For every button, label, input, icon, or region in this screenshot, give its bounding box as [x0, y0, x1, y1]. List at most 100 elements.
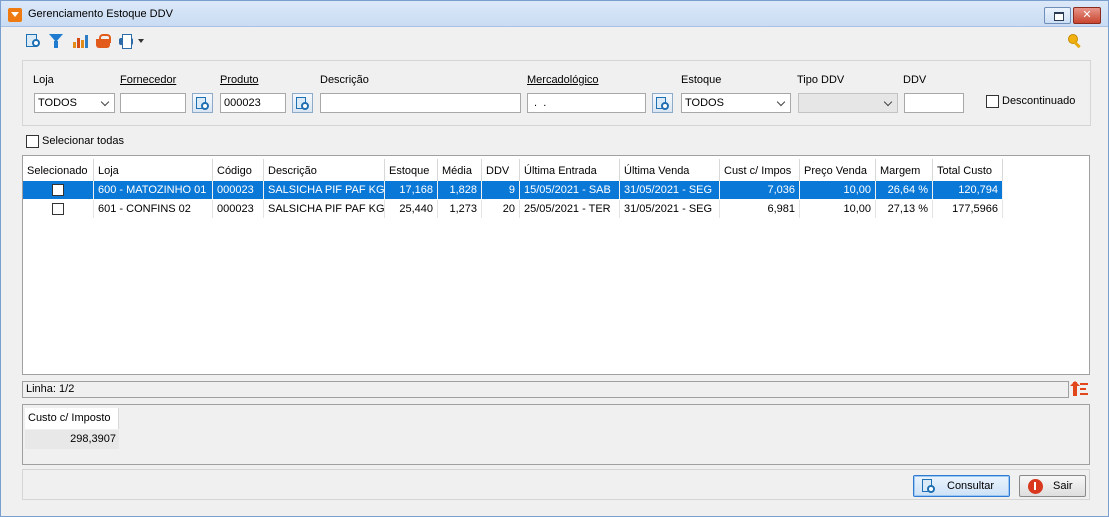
cell-media: 1,273: [438, 200, 482, 218]
search-icon: [922, 479, 937, 494]
filter-panel: Loja TODOS Fornecedor Produto 000023 Des…: [22, 60, 1091, 126]
col-header-margem[interactable]: Margem: [876, 159, 933, 183]
cell-loja: 601 - CONFINS 02: [94, 200, 213, 218]
restore-button[interactable]: [1044, 7, 1071, 24]
cell-estoque: 17,168: [385, 181, 438, 199]
cell-codigo: 000023: [213, 200, 264, 218]
close-button[interactable]: ✕: [1073, 7, 1101, 24]
table-row[interactable]: 601 - CONFINS 02 000023 SALSICHA PIF PAF…: [23, 200, 1003, 218]
cell-loja: 600 - MATOZINHO 01: [94, 181, 213, 199]
filter-icon[interactable]: [49, 33, 65, 49]
cell-total-custo: 120,794: [933, 181, 1003, 199]
cell-ultima-entrada: 15/05/2021 - SAB: [520, 181, 620, 199]
col-header-cust-impos[interactable]: Cust c/ Impos: [720, 159, 800, 183]
main-window: Gerenciamento Estoque DDV ✕ Loja TODOS F…: [0, 0, 1109, 517]
toolbar: [23, 33, 1103, 51]
cell-margem: 27,13 %: [876, 200, 933, 218]
app-icon: [8, 8, 22, 22]
estoque-select[interactable]: TODOS: [681, 93, 791, 113]
cell-estoque: 25,440: [385, 200, 438, 218]
sair-label: Sair: [1053, 480, 1073, 492]
col-header-ddv[interactable]: DDV: [482, 159, 520, 183]
sort-icon[interactable]: [1070, 381, 1088, 398]
loja-value: TODOS: [38, 97, 77, 109]
col-header-total-custo[interactable]: Total Custo: [933, 159, 1003, 183]
cell-ultima-venda: 31/05/2021 - SEG: [620, 181, 720, 199]
cell-media: 1,828: [438, 181, 482, 199]
summary-label: Custo c/ Imposto: [25, 408, 119, 429]
exit-icon: [1028, 479, 1043, 494]
produto-input[interactable]: 000023: [220, 93, 286, 113]
table-row[interactable]: 600 - MATOZINHO 01 000023 SALSICHA PIF P…: [23, 181, 1003, 199]
ddv-input[interactable]: [904, 93, 964, 113]
tipo-ddv-label: Tipo DDV: [797, 74, 845, 86]
row-checkbox[interactable]: [52, 184, 64, 196]
loja-label: Loja: [33, 74, 54, 86]
row-select-cell[interactable]: [23, 200, 94, 218]
descricao-input[interactable]: [320, 93, 521, 113]
cell-descricao: SALSICHA PIF PAF KG: [264, 181, 385, 199]
title-bar[interactable]: Gerenciamento Estoque DDV ✕: [1, 1, 1108, 27]
descricao-label: Descrição: [320, 74, 369, 86]
col-header-estoque[interactable]: Estoque: [385, 159, 438, 183]
consultar-button[interactable]: Consultar: [913, 475, 1010, 497]
loja-select[interactable]: TODOS: [34, 93, 115, 113]
col-header-ultima-entrada[interactable]: Última Entrada: [520, 159, 620, 183]
fornecedor-label: Fornecedor: [120, 74, 177, 86]
estoque-value: TODOS: [685, 97, 724, 109]
ddv-label: DDV: [903, 74, 927, 86]
col-header-loja[interactable]: Loja: [94, 159, 213, 183]
summary-value: 298,3907: [25, 430, 119, 449]
row-select-cell[interactable]: [23, 181, 94, 199]
chevron-down-icon: [883, 97, 893, 107]
col-header-selecionado[interactable]: Selecionado: [23, 159, 94, 183]
grid-header: Selecionado Loja Código Descrição Estoqu…: [23, 159, 1003, 183]
action-bar: Consultar Sair: [22, 469, 1090, 500]
summary-panel: Custo c/ Imposto 298,3907: [22, 404, 1090, 465]
cell-total-custo: 177,5966: [933, 200, 1003, 218]
basket-icon[interactable]: [95, 33, 111, 49]
tipo-ddv-select[interactable]: [798, 93, 898, 113]
search-document-icon[interactable]: [26, 33, 42, 49]
print-icon[interactable]: [119, 33, 135, 49]
data-grid: Selecionado Loja Código Descrição Estoqu…: [22, 155, 1090, 375]
col-header-ultima-venda[interactable]: Última Venda: [620, 159, 720, 183]
cell-ddv: 9: [482, 181, 520, 199]
chevron-down-icon: [100, 97, 110, 107]
mercadologico-label: Mercadológico: [527, 74, 599, 86]
col-header-codigo[interactable]: Código: [213, 159, 264, 183]
cell-margem: 26,64 %: [876, 181, 933, 199]
sair-button[interactable]: Sair: [1019, 475, 1086, 497]
mercadologico-input[interactable]: . .: [527, 93, 646, 113]
chart-icon[interactable]: [72, 33, 88, 49]
dropdown-arrow-icon[interactable]: [138, 39, 144, 43]
col-header-media[interactable]: Média: [438, 159, 482, 183]
cell-ultima-entrada: 25/05/2021 - TER: [520, 200, 620, 218]
select-all-checkbox[interactable]: [26, 135, 39, 148]
produto-label: Produto: [220, 74, 259, 86]
cell-cust-impos: 6,981: [720, 200, 800, 218]
col-header-descricao[interactable]: Descrição: [264, 159, 385, 183]
fornecedor-input[interactable]: [120, 93, 186, 113]
col-header-preco-venda[interactable]: Preço Venda: [800, 159, 876, 183]
row-status: Linha: 1/2: [22, 381, 1069, 398]
produto-lookup-button[interactable]: [292, 93, 313, 113]
descontinuado-label: Descontinuado: [1002, 95, 1076, 107]
mercadologico-lookup-button[interactable]: [652, 93, 673, 113]
descontinuado-checkbox[interactable]: [986, 95, 999, 108]
fornecedor-lookup-button[interactable]: [192, 93, 213, 113]
consultar-label: Consultar: [947, 480, 995, 492]
row-checkbox[interactable]: [52, 203, 64, 215]
cell-cust-impos: 7,036: [720, 181, 800, 199]
chevron-down-icon: [776, 97, 786, 107]
cell-descricao: SALSICHA PIF PAF KG: [264, 200, 385, 218]
window-title: Gerenciamento Estoque DDV: [28, 8, 173, 20]
select-all-label: Selecionar todas: [42, 135, 124, 147]
estoque-label: Estoque: [681, 74, 722, 86]
cell-ddv: 20: [482, 200, 520, 218]
cell-ultima-venda: 31/05/2021 - SEG: [620, 200, 720, 218]
cell-preco-venda: 10,00: [800, 181, 876, 199]
key-icon[interactable]: [1067, 33, 1083, 49]
cell-preco-venda: 10,00: [800, 200, 876, 218]
cell-codigo: 000023: [213, 181, 264, 199]
